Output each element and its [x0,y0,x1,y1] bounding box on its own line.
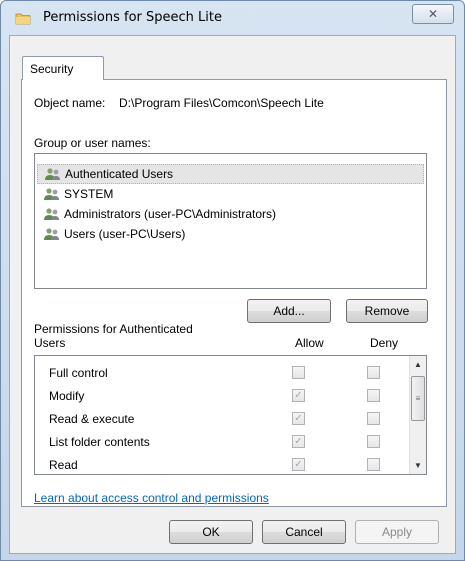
permission-list[interactable]: Full control Modify ✓ Read & execute ✓ List f… [34,355,427,475]
permissions-label: Permissions for Authenticated Users [34,322,193,350]
allow-checkbox[interactable]: ✓ [292,458,305,471]
users-group-icon [44,208,59,220]
scroll-down-arrow-icon[interactable]: ▼ [410,457,426,474]
add-button[interactable]: Add... [247,299,331,323]
tab-security[interactable]: Security [22,56,104,80]
close-icon: ✕ [427,7,439,21]
allow-checkbox[interactable]: ✓ [292,389,305,402]
folder-icon [15,13,31,25]
cancel-button[interactable]: Cancel [262,520,346,544]
permission-row: Full control [35,362,405,384]
user-list-item[interactable]: Administrators (user-PC\Administrators) [37,204,424,224]
apply-button[interactable]: Apply [355,520,439,544]
permission-name: Modify [49,389,85,403]
deny-checkbox[interactable] [367,435,380,448]
permissions-dialog: Permissions for Speech Lite ✕ Security O… [0,0,465,561]
allow-checkbox[interactable] [292,366,305,379]
user-list-item[interactable]: SYSTEM [37,184,424,204]
object-name-value: D:\Program Files\Comcon\Speech Lite [119,96,324,110]
object-name-label: Object name: [34,96,106,110]
permission-name: List folder contents [49,435,150,449]
user-list-item[interactable]: Authenticated Users [37,164,424,184]
ok-button[interactable]: OK [169,520,253,544]
permission-row: Read & execute ✓ [35,408,405,430]
scroll-thumb[interactable]: ≡ [411,376,425,421]
title-bar[interactable]: Permissions for Speech Lite ✕ [1,1,464,35]
allow-column-header: Allow [295,336,324,350]
user-name: Authenticated Users [65,167,174,181]
permission-row: Read ✓ [35,454,405,474]
user-name: Administrators (user-PC\Administrators) [64,207,277,221]
permission-name: Full control [49,366,108,380]
close-button[interactable]: ✕ [412,4,454,24]
deny-checkbox[interactable] [367,412,380,425]
users-group-icon [45,168,60,180]
user-name: SYSTEM [64,187,114,201]
permission-name: Read [49,458,78,472]
permission-scrollbar[interactable]: ▲ ≡ ▼ [409,356,426,474]
deny-checkbox[interactable] [367,389,380,402]
dialog-body: Security Object name: D:\Program Files\C… [9,35,456,554]
group-names-label: Group or user names: [34,136,151,150]
learn-more-link[interactable]: Learn about access control and permissio… [34,491,269,505]
window-title: Permissions for Speech Lite [43,10,222,25]
users-group-icon [44,228,59,240]
users-group-icon [44,188,59,200]
user-list-item[interactable]: Users (user-PC\Users) [37,224,424,244]
permission-name: Read & execute [49,412,135,426]
deny-checkbox[interactable] [367,366,380,379]
allow-checkbox[interactable]: ✓ [292,435,305,448]
scroll-up-arrow-icon[interactable]: ▲ [410,356,426,373]
deny-column-header: Deny [370,336,399,350]
permission-row: List folder contents ✓ [35,431,405,453]
user-list[interactable]: Authenticated Users SYSTEM Administrators … [34,153,427,289]
deny-checkbox[interactable] [367,458,380,471]
allow-checkbox[interactable]: ✓ [292,412,305,425]
remove-button[interactable]: Remove [346,299,428,323]
permission-row: Modify ✓ [35,385,405,407]
user-name: Users (user-PC\Users) [64,227,186,241]
